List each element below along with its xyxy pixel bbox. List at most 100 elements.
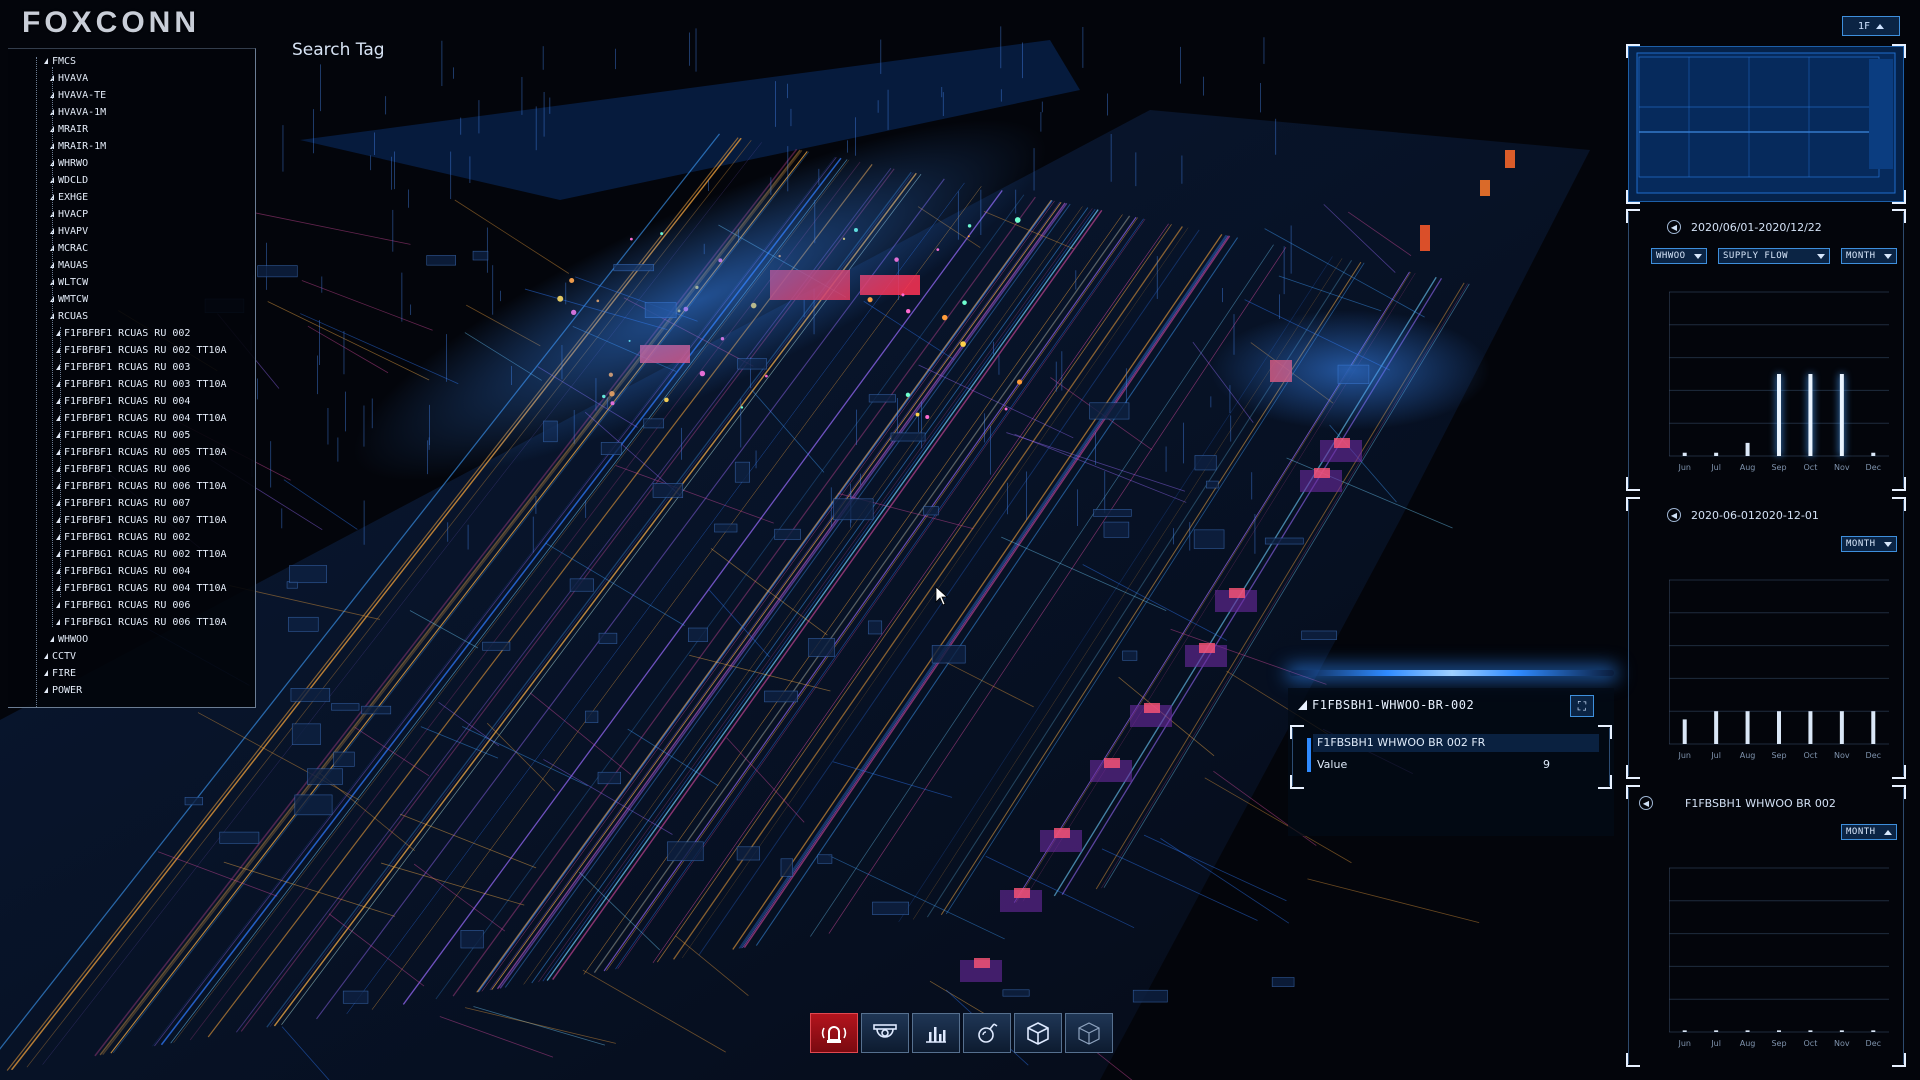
fire-icon <box>978 1023 998 1043</box>
tree-item[interactable]: MAUAS <box>8 257 255 274</box>
tree-item[interactable]: F1FBFBF1 RCUAS RU 005 <box>8 427 255 444</box>
expand-icon[interactable]: ⛶ <box>1570 695 1594 717</box>
frame-corner <box>1290 725 1304 739</box>
expand-triangle-icon[interactable] <box>56 602 60 608</box>
tree-item[interactable]: F1FBFBF1 RCUAS RU 003 TT10A <box>8 376 255 393</box>
expand-triangle-icon[interactable] <box>44 670 48 676</box>
tree-item[interactable]: POWER <box>8 682 255 699</box>
tree-item-label: F1FBFBG1 RCUAS RU 006 <box>64 600 191 611</box>
alarm-button[interactable] <box>810 1013 858 1053</box>
expand-triangle-icon[interactable] <box>56 619 60 625</box>
tree-item[interactable]: RCUAS <box>8 308 255 325</box>
tree-item[interactable]: CCTV <box>8 648 255 665</box>
tree-item[interactable]: F1FBFBF1 RCUAS RU 004 <box>8 393 255 410</box>
tree-item[interactable]: HVACP <box>8 206 255 223</box>
dropdown-value: MONTH <box>1846 827 1876 837</box>
tree-item[interactable]: F1FBFBG1 RCUAS RU 004 <box>8 563 255 580</box>
chart1-date-range: 2020/06/01-2020/12/22 <box>1691 220 1822 234</box>
expand-triangle-icon[interactable] <box>44 687 48 693</box>
tree-item[interactable]: HVAVA <box>8 70 255 87</box>
info-tag-name: F1FBSBH1 WHWOO BR 002 FR <box>1317 736 1486 749</box>
floor-dropdown[interactable]: 1F <box>1842 16 1900 36</box>
frame-corner <box>1598 725 1612 739</box>
tree-item-label: POWER <box>52 685 83 696</box>
info-value: 9 <box>1543 758 1550 771</box>
chart3-period-dropdown[interactable]: MONTH <box>1841 824 1897 840</box>
expand-triangle-icon[interactable] <box>44 58 48 64</box>
tree-item[interactable]: EXHGE <box>8 189 255 206</box>
tree-item-label: WLTCW <box>58 277 89 288</box>
tree-item[interactable]: MCRAC <box>8 240 255 257</box>
x-tick-label: Jun <box>1677 751 1691 760</box>
tree-item-label: HVAVA-TE <box>58 90 107 101</box>
tag-marker-icon <box>1298 700 1307 710</box>
tree-item[interactable]: F1FBFBG1 RCUAS RU 006 TT10A <box>8 614 255 631</box>
tree-item[interactable]: WHWOO <box>8 631 255 648</box>
tree-item[interactable]: HVAVA-1M <box>8 104 255 121</box>
tree-item[interactable]: FIRE <box>8 665 255 682</box>
tree-item[interactable]: F1FBFBF1 RCUAS RU 007 TT10A <box>8 512 255 529</box>
model-button[interactable] <box>1065 1013 1113 1053</box>
chart2-period-dropdown[interactable]: MONTH <box>1841 536 1897 552</box>
tag-tree[interactable]: FMCS HVAVA HVAVA-TE HVAVA-1M MRAIR MRAIR-1M WH… <box>8 48 256 708</box>
tree-item[interactable]: MRAIR <box>8 121 255 138</box>
back-arrow-icon[interactable]: ◀ <box>1667 508 1681 522</box>
tree-item[interactable]: F1FBFBF1 RCUAS RU 004 TT10A <box>8 410 255 427</box>
tree-item[interactable]: F1FBFBF1 RCUAS RU 007 <box>8 495 255 512</box>
tree-item[interactable]: HVAPV <box>8 223 255 240</box>
tree-item[interactable]: F1FBFBF1 RCUAS RU 002 TT10A <box>8 342 255 359</box>
chart-button[interactable] <box>912 1013 960 1053</box>
tree-item[interactable]: WDCLD <box>8 172 255 189</box>
search-tag-label[interactable]: Search Tag <box>292 40 385 60</box>
tree-item[interactable]: WHRWO <box>8 155 255 172</box>
tree-item[interactable]: F1FBFBG1 RCUAS RU 004 TT10A <box>8 580 255 597</box>
x-tick-label: Jun <box>1677 463 1691 472</box>
tree-item-label: F1FBFBG1 RCUAS RU 004 <box>64 566 191 577</box>
x-tick-label: Aug <box>1740 1039 1756 1048</box>
x-tick-label: Oct <box>1804 1039 1818 1048</box>
back-arrow-icon[interactable]: ◀ <box>1639 796 1653 810</box>
tree-item[interactable]: F1FBFBF1 RCUAS RU 006 TT10A <box>8 478 255 495</box>
tree-item[interactable]: F1FBFBF1 RCUAS RU 003 <box>8 359 255 376</box>
bar <box>1777 374 1781 456</box>
tree-item-label: MCRAC <box>58 243 89 254</box>
chart1-metric-dropdown[interactable]: SUPPLY FLOW <box>1718 248 1830 264</box>
tree-item[interactable]: F1FBFBF1 RCUAS RU 005 TT10A <box>8 444 255 461</box>
cctv-button[interactable] <box>861 1013 909 1053</box>
tag-history-panel: ◀ F1FBSBH1 WHWOO BR 002 MONTH Jun Jul Aug S… <box>1626 785 1906 1067</box>
fire-button[interactable] <box>963 1013 1011 1053</box>
minimap-panel[interactable] <box>1626 44 1906 204</box>
tree-item[interactable]: F1FBFBG1 RCUAS RU 002 TT10A <box>8 546 255 563</box>
x-tick-label: Oct <box>1804 751 1818 760</box>
frame-corner <box>1892 497 1906 511</box>
3d-view-button[interactable] <box>1014 1013 1062 1053</box>
tree-item-label: FMCS <box>52 56 77 67</box>
info-value-box: F1FBSBH1 WHWOO BR 002 FR Value 9 <box>1290 725 1612 789</box>
bar <box>1839 374 1844 456</box>
tree-item-label: F1FBFBG1 RCUAS RU 004 TT10A <box>64 583 227 594</box>
tree-item[interactable]: MRAIR-1M <box>8 138 255 155</box>
tree-item[interactable]: FMCS <box>8 53 255 70</box>
tree-item[interactable]: HVAVA-TE <box>8 87 255 104</box>
expand-triangle-icon[interactable] <box>44 653 48 659</box>
frame-corner <box>1290 775 1304 789</box>
tree-item-label: F1FBFBF1 RCUAS RU 003 TT10A <box>64 379 227 390</box>
bar <box>1808 374 1813 456</box>
tree-item[interactable]: WLTCW <box>8 274 255 291</box>
tree-item[interactable]: WMTCW <box>8 291 255 308</box>
chart1-period-dropdown[interactable]: MONTH <box>1841 248 1897 264</box>
tree-item-label: F1FBFBF1 RCUAS RU 004 TT10A <box>64 413 227 424</box>
tree-item-label: MRAIR-1M <box>58 141 107 152</box>
tree-item[interactable]: F1FBFBF1 RCUAS RU 006 <box>8 461 255 478</box>
tree-item[interactable]: F1FBFBG1 RCUAS RU 002 <box>8 529 255 546</box>
supply-flow-panel: ◀ 2020/06/01-2020/12/22 WHWOO SUPPLY FLO… <box>1626 209 1906 491</box>
chart3-title: F1FBSBH1 WHWOO BR 002 <box>1685 796 1836 810</box>
chart1-system-dropdown[interactable]: WHWOO <box>1651 248 1707 264</box>
tree-item[interactable]: F1FBFBF1 RCUAS RU 002 <box>8 325 255 342</box>
tree-item-label: F1FBFBF1 RCUAS RU 002 <box>64 328 191 339</box>
bar <box>1682 1030 1687 1032</box>
back-arrow-icon[interactable]: ◀ <box>1667 220 1681 234</box>
expand-triangle-icon[interactable] <box>50 636 54 642</box>
chart2-bars: Jun Jul Aug Sep Oct Nov Dec <box>1669 579 1889 760</box>
tree-item[interactable]: F1FBFBG1 RCUAS RU 006 <box>8 597 255 614</box>
